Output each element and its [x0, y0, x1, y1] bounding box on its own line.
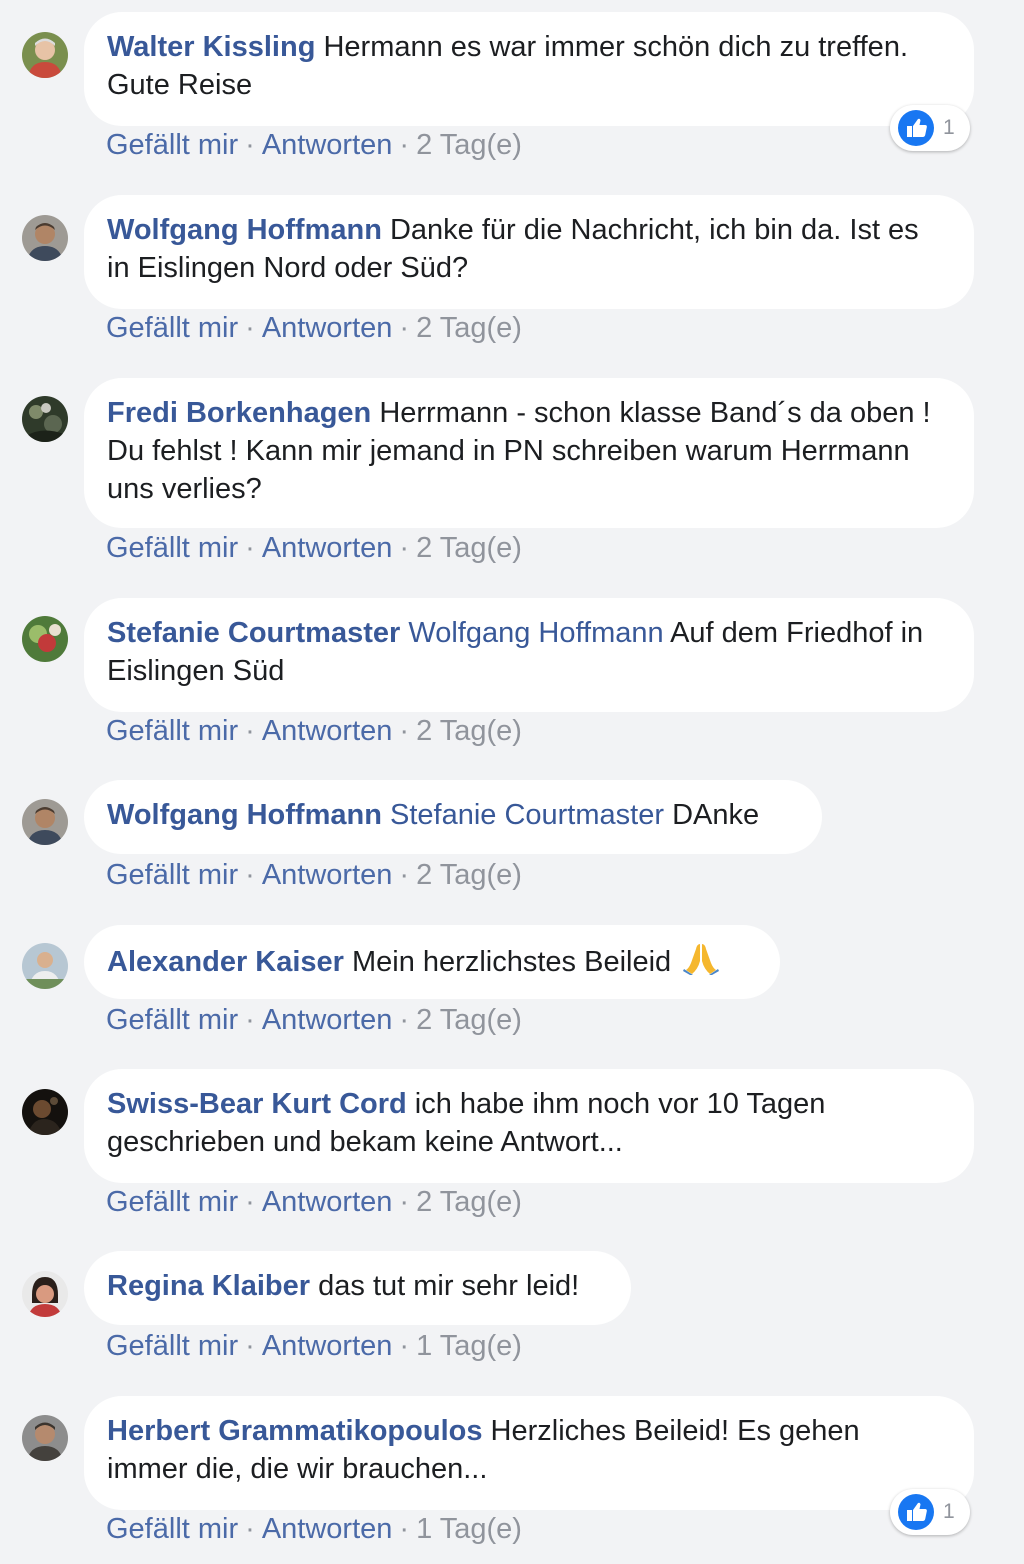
comment-author-link[interactable]: Herbert Grammatikopoulos [107, 1415, 491, 1447]
comment-bubble: Herbert Grammatikopoulos Herzliches Beil… [84, 1396, 974, 1510]
separator: · [245, 1186, 255, 1218]
timestamp[interactable]: 1 Tag(e) [416, 1513, 522, 1545]
separator: · [245, 129, 255, 161]
timestamp[interactable]: 2 Tag(e) [416, 312, 522, 344]
separator: · [399, 129, 410, 161]
separator: · [245, 1004, 255, 1036]
separator: · [399, 1513, 410, 1545]
comment-author-link[interactable]: Swiss-Bear Kurt Cord [107, 1088, 415, 1120]
separator: · [245, 859, 255, 891]
mention-link[interactable]: Stefanie Courtmaster [390, 799, 672, 831]
reply-link[interactable]: Antworten [262, 1330, 393, 1362]
reaction-count: 1 [943, 116, 955, 139]
reply-link[interactable]: Antworten [262, 129, 393, 161]
like-link[interactable]: Gefällt mir [106, 859, 238, 891]
separator: · [399, 532, 410, 564]
comment-text: Mein herzlichstes Beileid [352, 946, 672, 978]
separator: · [399, 312, 410, 344]
reaction-badge[interactable]: 1 [890, 105, 970, 151]
avatar[interactable] [22, 1089, 68, 1135]
like-link[interactable]: Gefällt mir [106, 129, 238, 161]
comment-bubble: Wolfgang Hoffmann Danke für die Nachrich… [84, 195, 974, 309]
like-icon [898, 110, 934, 146]
reply-link[interactable]: Antworten [262, 859, 393, 891]
comment-author-link[interactable]: Alexander Kaiser [107, 946, 352, 978]
reply-link[interactable]: Antworten [262, 1004, 393, 1036]
comment-actions: Gefällt mir · Antworten · 1 Tag(e) [106, 1512, 522, 1546]
comment-bubble: Stefanie Courtmaster Wolfgang Hoffmann A… [84, 598, 974, 712]
timestamp[interactable]: 1 Tag(e) [416, 1330, 522, 1362]
separator: · [245, 1330, 255, 1362]
like-link[interactable]: Gefällt mir [106, 715, 238, 747]
timestamp[interactable]: 2 Tag(e) [416, 859, 522, 891]
like-link[interactable]: Gefällt mir [106, 532, 238, 564]
reaction-badge[interactable]: 1 [890, 1489, 970, 1535]
comment-author-link[interactable]: Regina Klaiber [107, 1270, 318, 1302]
reply-link[interactable]: Antworten [262, 1186, 393, 1218]
comment-text: das tut mir sehr leid! [318, 1270, 580, 1302]
separator: · [245, 1513, 255, 1545]
comment-author-link[interactable]: Walter Kissling [107, 31, 323, 63]
reply-link[interactable]: Antworten [262, 532, 393, 564]
comment-bubble: Swiss-Bear Kurt Cord ich habe ihm noch v… [84, 1069, 974, 1183]
separator: · [245, 532, 255, 564]
reply-link[interactable]: Antworten [262, 1513, 393, 1545]
comment-actions: Gefällt mir · Antworten · 2 Tag(e) [106, 311, 522, 345]
avatar[interactable] [22, 616, 68, 662]
timestamp[interactable]: 2 Tag(e) [416, 1004, 522, 1036]
comment-author-link[interactable]: Wolfgang Hoffmann [107, 214, 390, 246]
reply-link[interactable]: Antworten [262, 715, 393, 747]
reaction-count: 1 [943, 1500, 955, 1523]
comment-actions: Gefällt mir · Antworten · 2 Tag(e) [106, 1003, 522, 1037]
like-link[interactable]: Gefällt mir [106, 1330, 238, 1362]
timestamp[interactable]: 2 Tag(e) [416, 1186, 522, 1218]
separator: · [399, 1004, 410, 1036]
like-link[interactable]: Gefällt mir [106, 312, 238, 344]
separator: · [399, 1330, 410, 1362]
like-link[interactable]: Gefällt mir [106, 1513, 238, 1545]
comment-bubble: Regina Klaiber das tut mir sehr leid! [84, 1251, 631, 1325]
comment-bubble: Fredi Borkenhagen Herrmann - schon klass… [84, 378, 974, 528]
separator: · [245, 312, 255, 344]
avatar[interactable] [22, 1415, 68, 1461]
avatar[interactable] [22, 943, 68, 989]
comment-bubble: Walter Kissling Hermann es war immer sch… [84, 12, 974, 126]
comment-author-link[interactable]: Wolfgang Hoffmann [107, 799, 390, 831]
comment-actions: Gefällt mir · Antworten · 2 Tag(e) [106, 1185, 522, 1219]
separator: · [399, 715, 410, 747]
avatar[interactable] [22, 396, 68, 442]
comment-author-link[interactable]: Fredi Borkenhagen [107, 397, 379, 429]
comment-actions: Gefällt mir · Antworten · 2 Tag(e) [106, 128, 522, 162]
separator: · [245, 715, 255, 747]
reply-link[interactable]: Antworten [262, 312, 393, 344]
comment-text: DAnke [672, 799, 760, 831]
timestamp[interactable]: 2 Tag(e) [416, 129, 522, 161]
separator: · [399, 859, 410, 891]
comment-author-link[interactable]: Stefanie Courtmaster [107, 617, 408, 649]
timestamp[interactable]: 2 Tag(e) [416, 715, 522, 747]
separator: · [399, 1186, 410, 1218]
avatar[interactable] [22, 1271, 68, 1317]
folded-hands-icon [683, 944, 720, 975]
avatar[interactable] [22, 215, 68, 261]
like-icon [898, 1494, 934, 1530]
comment-actions: Gefällt mir · Antworten · 2 Tag(e) [106, 714, 522, 748]
comment-actions: Gefällt mir · Antworten · 2 Tag(e) [106, 531, 522, 565]
comment-bubble: Wolfgang Hoffmann Stefanie Courtmaster D… [84, 780, 822, 854]
comment-bubble: Alexander Kaiser Mein herzlichstes Beile… [84, 925, 780, 999]
like-link[interactable]: Gefällt mir [106, 1004, 238, 1036]
like-link[interactable]: Gefällt mir [106, 1186, 238, 1218]
avatar[interactable] [22, 32, 68, 78]
avatar[interactable] [22, 799, 68, 845]
comment-actions: Gefällt mir · Antworten · 1 Tag(e) [106, 1329, 522, 1363]
mention-link[interactable]: Wolfgang Hoffmann [408, 617, 670, 649]
comment-actions: Gefällt mir · Antworten · 2 Tag(e) [106, 858, 522, 892]
timestamp[interactable]: 2 Tag(e) [416, 532, 522, 564]
